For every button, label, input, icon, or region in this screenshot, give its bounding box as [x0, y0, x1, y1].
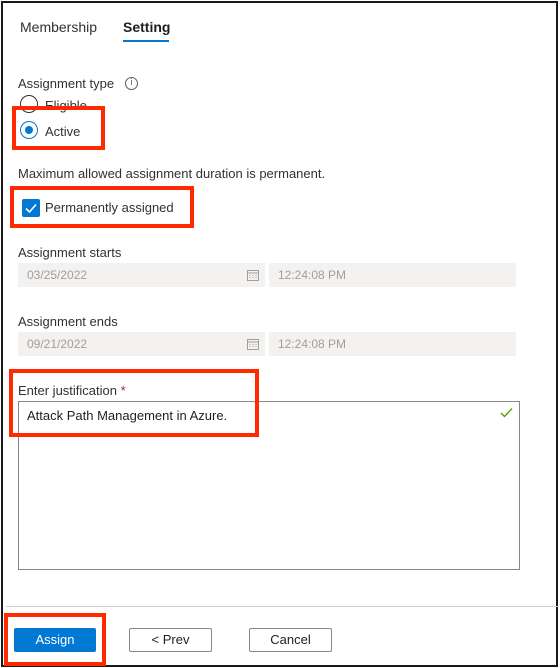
duration-note: Maximum allowed assignment duration is p…: [18, 166, 326, 181]
prev-button[interactable]: < Prev: [129, 628, 212, 652]
active-tab-indicator: [123, 40, 169, 42]
end-date-field: 09/21/2022: [18, 332, 265, 356]
calendar-icon: [247, 339, 259, 350]
end-time-field: 12:24:08 PM: [269, 332, 516, 356]
tab-setting[interactable]: Setting: [123, 18, 170, 36]
active-highlight-box: [12, 106, 105, 150]
assign-highlight-box: [4, 613, 106, 666]
justification-highlight-box: [9, 369, 259, 437]
valid-check-icon: [500, 408, 513, 418]
assignment-starts-label: Assignment starts: [18, 245, 122, 260]
footer-divider: [6, 606, 559, 607]
permanent-highlight-box: [10, 186, 194, 228]
assignment-panel: Membership Setting Assignment type i Eli…: [1, 1, 559, 667]
end-date-value: 09/21/2022: [27, 337, 88, 351]
info-icon[interactable]: i: [125, 77, 138, 90]
assignment-type-label: Assignment type: [18, 76, 115, 91]
start-time-value: 12:24:08 PM: [278, 268, 347, 282]
start-date-value: 03/25/2022: [27, 268, 88, 282]
calendar-icon: [247, 270, 259, 281]
assignment-ends-label: Assignment ends: [18, 314, 118, 329]
cancel-button[interactable]: Cancel: [249, 628, 332, 652]
start-time-field: 12:24:08 PM: [269, 263, 516, 287]
start-date-field: 03/25/2022: [18, 263, 265, 287]
tab-membership[interactable]: Membership: [20, 18, 97, 36]
end-time-value: 12:24:08 PM: [278, 337, 347, 351]
